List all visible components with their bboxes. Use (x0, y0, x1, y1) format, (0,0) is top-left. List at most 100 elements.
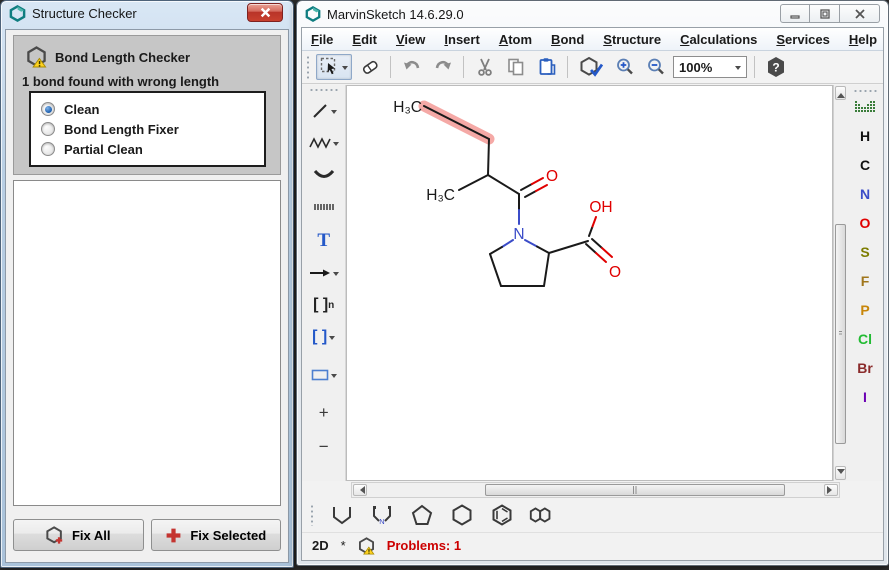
atom-label-nitrogen: N (514, 226, 525, 243)
chain-icon (309, 136, 331, 150)
fix-selected-button[interactable]: Fix Selected (151, 519, 282, 551)
issue-list[interactable] (13, 180, 281, 506)
menu-file[interactable]: File (311, 32, 333, 47)
scroll-right-button[interactable] (824, 484, 838, 496)
menu-bond[interactable]: Bond (551, 32, 584, 47)
menu-insert[interactable]: Insert (444, 32, 479, 47)
element-c-button[interactable]: C (860, 150, 870, 179)
fix-all-button[interactable]: Fix All (13, 519, 144, 551)
multiple-bond-tool[interactable] (304, 195, 344, 219)
redo-button[interactable] (429, 54, 456, 80)
sketch-canvas[interactable]: H₃C H₃C O N OH O (346, 85, 833, 481)
vertical-scroll-thumb[interactable] (835, 224, 846, 444)
marvin-logo-icon (305, 6, 321, 22)
scroll-down-button[interactable] (835, 466, 846, 480)
menu-edit[interactable]: Edit (352, 32, 377, 47)
check-structure-button[interactable] (575, 54, 607, 80)
marvin-body: File Edit View Insert Atom Bond Structur… (301, 27, 884, 561)
atom-label-hydroxyl: OH (590, 199, 613, 216)
text-tool[interactable]: T (304, 229, 344, 253)
restore-icon[interactable] (810, 4, 840, 23)
template-cyclopentane-button[interactable] (408, 502, 436, 528)
undo-button[interactable] (398, 54, 425, 80)
template-benzene-button[interactable] (488, 502, 516, 528)
radio-bond-length-fixer[interactable]: Bond Length Fixer (41, 122, 254, 137)
chevron-down-icon (735, 66, 741, 73)
menu-services[interactable]: Services (776, 32, 830, 47)
fix-selected-icon (165, 527, 182, 544)
radio-bond-length-fixer-control[interactable] (41, 122, 55, 136)
radio-clean[interactable]: Clean (41, 102, 254, 117)
problems-indicator[interactable]: Problems: 1 (387, 538, 461, 553)
dimension-indicator[interactable]: 2D (312, 538, 329, 553)
bond-tool[interactable] (304, 99, 344, 123)
zoom-out-icon (646, 57, 666, 77)
fix-all-icon (46, 526, 64, 545)
scroll-up-button[interactable] (835, 86, 846, 100)
element-n-button[interactable]: N (860, 179, 870, 208)
radio-partial-clean-control[interactable] (41, 142, 55, 156)
vertical-scrollbar[interactable] (833, 85, 847, 481)
element-i-button[interactable]: I (863, 382, 867, 411)
bracket-tool[interactable]: [ ] (304, 325, 344, 349)
element-br-button[interactable]: Br (857, 353, 873, 382)
reaction-arrow-tool[interactable] (304, 261, 344, 285)
template-open-ring-button[interactable] (328, 502, 356, 528)
paste-button[interactable] (533, 54, 560, 80)
cut-button[interactable] (471, 54, 498, 80)
menu-atom[interactable]: Atom (499, 32, 532, 47)
element-list: HCNOSFPClBrI (857, 121, 873, 411)
zoom-level-combobox[interactable]: 100% (673, 56, 747, 78)
menu-calculations[interactable]: Calculations (680, 32, 757, 47)
horizontal-scroll-thumb[interactable] (485, 484, 785, 496)
marvinsketch-window: MarvinSketch 14.6.29.0 File Edit View In… (296, 0, 889, 566)
zoom-in-button[interactable] (611, 54, 638, 80)
eraser-button[interactable] (356, 54, 383, 80)
close-icon[interactable] (247, 3, 283, 22)
cut-icon (475, 57, 495, 77)
checker-titlebar[interactable]: Structure Checker (1, 1, 293, 25)
element-palette-grip (853, 89, 877, 93)
graphics-rectangle-tool[interactable] (304, 363, 344, 387)
copy-button[interactable] (502, 54, 529, 80)
atom-label-top-methyl: H₃C (394, 99, 423, 116)
menu-structure[interactable]: Structure (603, 32, 661, 47)
template-cyclohexane-button[interactable] (448, 502, 476, 528)
bond-length-checker-panel: Bond Length Checker 1 bond found with wr… (13, 35, 281, 175)
arc-tool[interactable] (304, 163, 344, 187)
radio-clean-control[interactable] (41, 102, 55, 116)
menu-help[interactable]: Help (849, 32, 877, 47)
template-toolbar: N (302, 500, 883, 530)
element-cl-button[interactable]: Cl (858, 324, 872, 353)
desktop: Structure Checker Bond Length Checker 1 … (0, 0, 889, 570)
left-tool-palette: T [ ]n [ ] + − (302, 85, 346, 481)
scroll-left-button[interactable] (353, 484, 367, 496)
increase-charge-tool[interactable]: + (304, 401, 344, 425)
radio-partial-clean[interactable]: Partial Clean (41, 142, 254, 157)
minimize-icon[interactable] (780, 4, 810, 23)
template-fused-rings-button[interactable] (528, 502, 556, 528)
fused-rings-icon (528, 504, 556, 526)
fix-all-label: Fix All (72, 528, 111, 543)
periodic-table-button[interactable] (855, 95, 875, 121)
element-s-button[interactable]: S (860, 237, 869, 266)
close-icon[interactable] (840, 4, 880, 23)
repeat-group-tool[interactable]: [ ]n (304, 293, 344, 317)
decrease-charge-tool[interactable]: − (304, 435, 344, 459)
zoom-out-button[interactable] (642, 54, 669, 80)
template-pyrrolidine-button[interactable]: N (368, 502, 396, 528)
element-f-button[interactable]: F (861, 266, 870, 295)
element-h-button[interactable]: H (860, 121, 870, 150)
chain-tool[interactable] (304, 131, 344, 155)
cyclohexane-icon (450, 504, 474, 526)
element-p-button[interactable]: P (860, 295, 869, 324)
horizontal-scrollbar[interactable] (351, 482, 840, 498)
single-bond-icon (311, 102, 329, 120)
marvin-titlebar[interactable]: MarvinSketch 14.6.29.0 (297, 1, 888, 27)
help-icon: ? (765, 56, 787, 78)
select-tool-button[interactable] (316, 54, 352, 80)
menu-view[interactable]: View (396, 32, 425, 47)
element-o-button[interactable]: O (860, 208, 871, 237)
help-button[interactable]: ? (762, 54, 789, 80)
svg-text:?: ? (772, 61, 779, 75)
